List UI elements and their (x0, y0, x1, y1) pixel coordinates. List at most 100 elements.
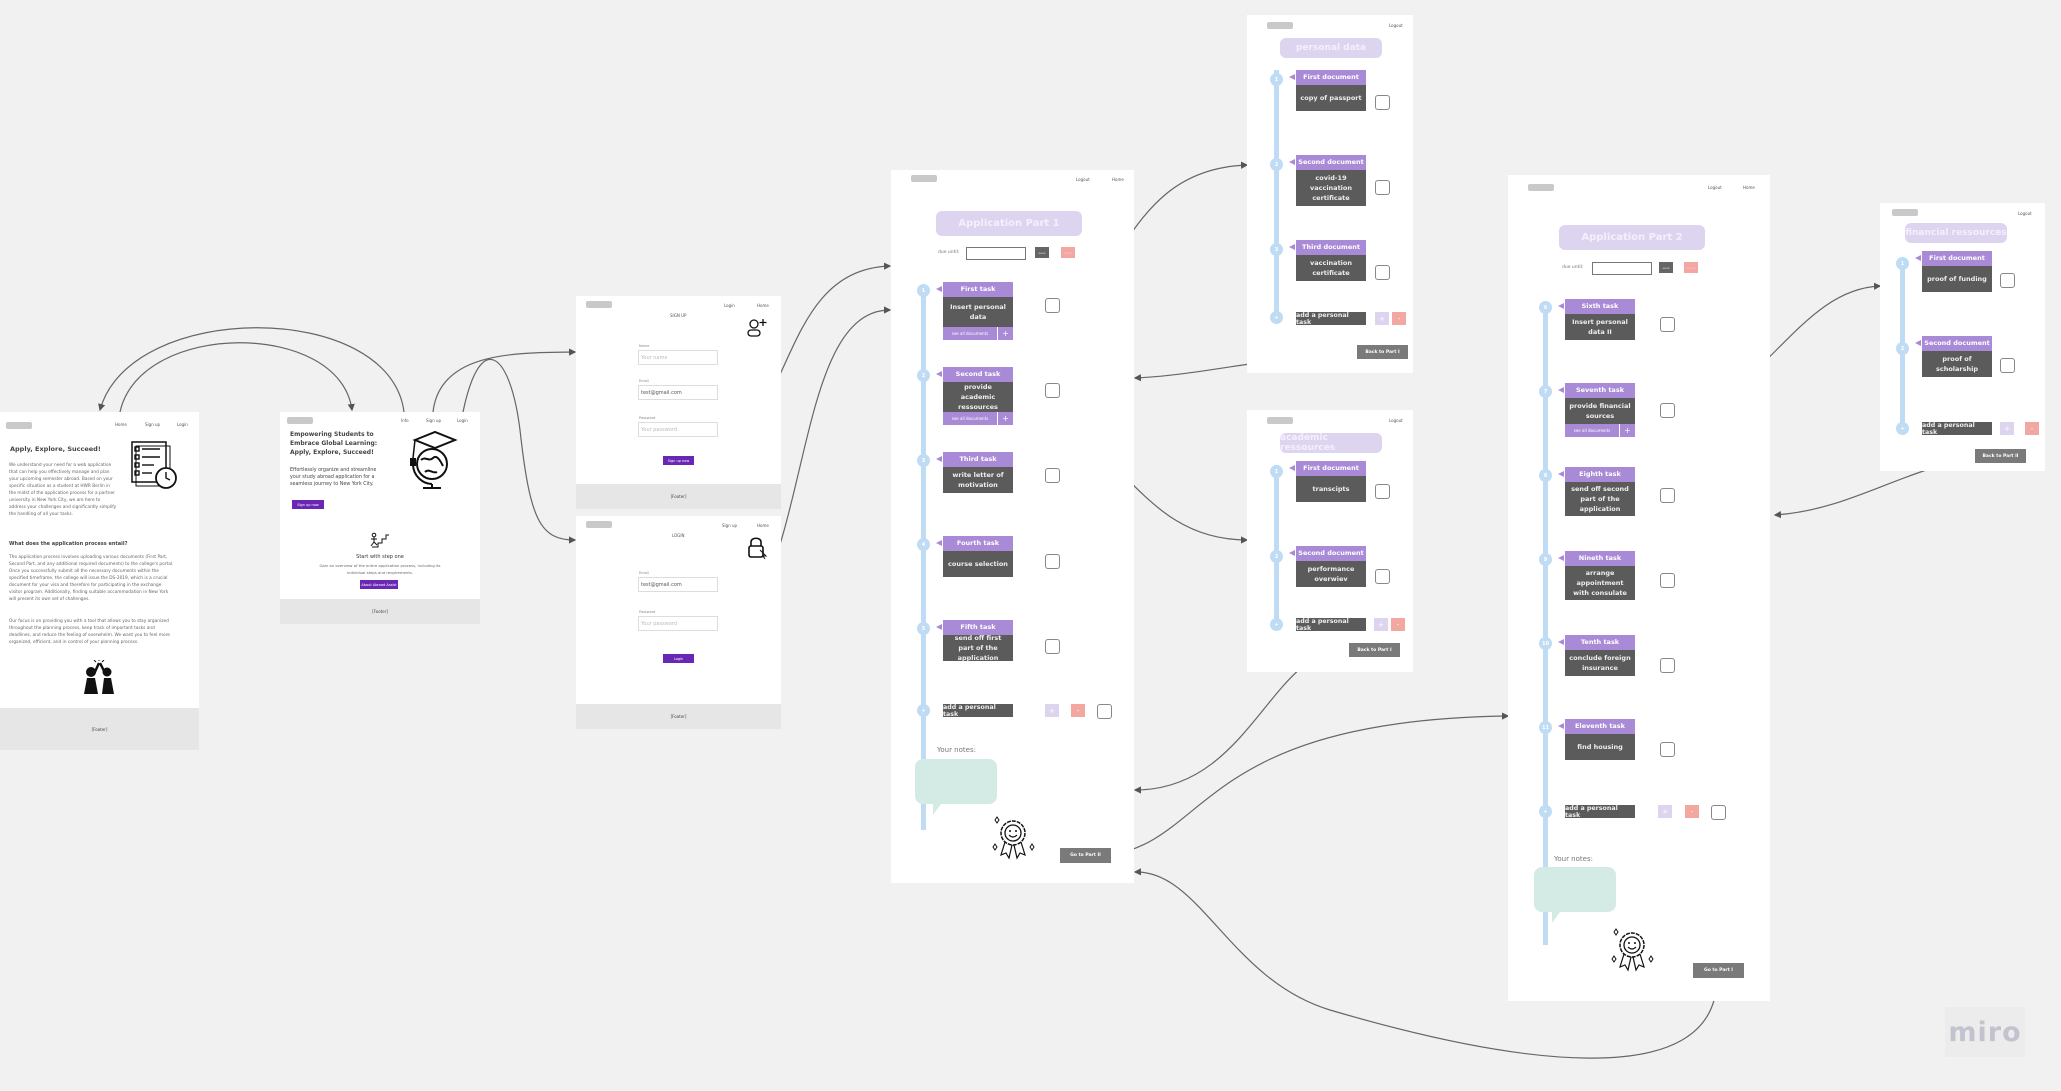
add-personal-task[interactable]: add a personal task (1922, 422, 1992, 436)
nav-signup[interactable]: Sign up (426, 418, 441, 423)
remove-task-minus-button[interactable]: - (1391, 618, 1405, 631)
nav-logout[interactable]: Logout (1389, 23, 1403, 28)
expand-plus-button[interactable]: + (1620, 424, 1635, 437)
add-task-plus-button[interactable]: + (1045, 704, 1059, 717)
email-input[interactable]: test@gmail.com (638, 577, 718, 592)
task-checkbox[interactable] (1097, 704, 1112, 719)
task-checkbox[interactable] (1660, 742, 1675, 757)
logo[interactable] (1892, 209, 1918, 216)
delete-button[interactable]: delete (1061, 247, 1075, 258)
back-to-part2-button[interactable]: Back to Part II (1975, 449, 2026, 463)
add-node[interactable]: + (917, 704, 930, 717)
nav-logout[interactable]: Logout (1076, 177, 1090, 182)
due-date-input[interactable] (1592, 262, 1652, 275)
logo[interactable] (586, 521, 612, 528)
go-to-part2-button[interactable]: Go to Part II (1060, 848, 1111, 863)
see-all-documents-button[interactable]: see all documents (1565, 424, 1620, 437)
remove-task-minus-button[interactable]: - (1392, 312, 1406, 325)
task-checkbox[interactable] (1711, 805, 1726, 820)
password-input[interactable]: Your password (638, 422, 718, 437)
document-card[interactable]: Second document covid-19 vaccination cer… (1289, 155, 1366, 206)
logo[interactable] (287, 417, 313, 424)
add-personal-task[interactable]: add a personal task (943, 704, 1013, 718)
task-checkbox[interactable] (1660, 573, 1675, 588)
task-card[interactable]: Third task write letter of motivation (936, 452, 1013, 493)
document-card[interactable]: First document proof of funding (1915, 251, 1992, 292)
about-button[interactable]: About Abroad Assist (360, 580, 398, 589)
task-card[interactable]: Eleventh task find housing (1558, 719, 1635, 760)
logo[interactable] (911, 175, 937, 182)
save-button[interactable]: save (1659, 262, 1673, 273)
add-node[interactable]: + (1896, 422, 1909, 435)
login-submit-button[interactable]: Login (663, 654, 694, 663)
nav-signup[interactable]: Sign up (722, 523, 737, 528)
task-checkbox[interactable] (1660, 658, 1675, 673)
logo[interactable] (1528, 184, 1554, 191)
remove-task-minus-button[interactable]: - (1685, 805, 1699, 818)
nav-signup[interactable]: Sign up (145, 422, 160, 427)
document-checkbox[interactable] (1375, 95, 1390, 110)
signup-now-button[interactable]: Sign up now (292, 500, 324, 509)
logo[interactable] (1267, 22, 1293, 29)
task-checkbox[interactable] (1045, 383, 1060, 398)
nav-home[interactable]: Home (757, 523, 769, 528)
task-card[interactable]: First task Insert personal data see all … (936, 282, 1013, 340)
nav-logout[interactable]: Logout (2018, 211, 2032, 216)
task-card[interactable]: Tenth task conclude foreign insurance (1558, 635, 1635, 676)
document-card[interactable]: Second document proof of scholarship (1915, 336, 1992, 377)
document-checkbox[interactable] (1375, 484, 1390, 499)
add-personal-task[interactable]: add a personal task (1565, 805, 1635, 819)
add-node[interactable]: + (1270, 618, 1283, 631)
back-to-part1-button[interactable]: Back to Part I (1357, 345, 1408, 359)
task-card[interactable]: Sixth task Insert personal data II (1558, 299, 1635, 340)
remove-task-minus-button[interactable]: - (1071, 704, 1085, 717)
task-card[interactable]: Fifth task send off first part of the ap… (936, 620, 1013, 662)
nav-login[interactable]: Login (457, 418, 468, 423)
back-to-part1-button[interactable]: Back to Part I (1349, 643, 1400, 657)
expand-plus-button[interactable]: + (998, 327, 1013, 340)
go-to-part1-button[interactable]: Go to Part I (1693, 963, 1744, 978)
document-checkbox[interactable] (1375, 569, 1390, 584)
add-task-plus-button[interactable]: + (2000, 422, 2014, 435)
due-date-input[interactable] (966, 247, 1026, 260)
task-checkbox[interactable] (1045, 468, 1060, 483)
task-card[interactable]: Seventh task provide financial sources s… (1558, 383, 1635, 437)
add-node[interactable]: + (1539, 805, 1552, 818)
task-checkbox[interactable] (1660, 317, 1675, 332)
logo[interactable] (1267, 417, 1293, 424)
task-checkbox[interactable] (1660, 488, 1675, 503)
document-card[interactable]: Second document performance overwiev (1289, 546, 1366, 587)
password-input[interactable]: Your password (638, 616, 718, 631)
task-checkbox[interactable] (1045, 298, 1060, 313)
signup-submit-button[interactable]: Sign up now (663, 456, 694, 465)
name-input[interactable]: Your name (638, 350, 718, 365)
task-checkbox[interactable] (1045, 554, 1060, 569)
remove-task-minus-button[interactable]: - (2025, 422, 2039, 435)
notes-input[interactable] (915, 759, 997, 815)
add-personal-task[interactable]: add a personal task (1296, 312, 1366, 326)
document-card[interactable]: First document transcipts (1289, 461, 1366, 502)
nav-home[interactable]: Home (115, 422, 127, 427)
document-card[interactable]: First document copy of passport (1289, 70, 1366, 111)
nav-home[interactable]: Home (1112, 177, 1124, 182)
expand-plus-button[interactable]: + (998, 412, 1013, 425)
nav-home[interactable]: Home (757, 303, 769, 308)
task-card[interactable]: Fourth task course selection (936, 536, 1013, 577)
add-task-plus-button[interactable]: + (1374, 618, 1388, 631)
save-button[interactable]: save (1035, 247, 1049, 258)
add-task-plus-button[interactable]: + (1658, 805, 1672, 818)
notes-input[interactable] (1534, 867, 1616, 923)
delete-button[interactable]: delete (1684, 262, 1698, 273)
nav-login[interactable]: Login (177, 422, 188, 427)
logo[interactable] (6, 422, 32, 429)
task-card[interactable]: Eighth task send off second part of the … (1558, 467, 1635, 516)
nav-logout[interactable]: Logout (1708, 185, 1722, 190)
nav-login[interactable]: Login (724, 303, 735, 308)
task-checkbox[interactable] (1045, 639, 1060, 654)
document-card[interactable]: Third document vaccination certificate (1289, 240, 1366, 281)
document-checkbox[interactable] (1375, 180, 1390, 195)
document-checkbox[interactable] (2000, 358, 2015, 373)
nav-logout[interactable]: Logout (1389, 418, 1403, 423)
task-card[interactable]: Nineth task arrange appointment with con… (1558, 551, 1635, 600)
add-task-plus-button[interactable]: + (1375, 312, 1389, 325)
